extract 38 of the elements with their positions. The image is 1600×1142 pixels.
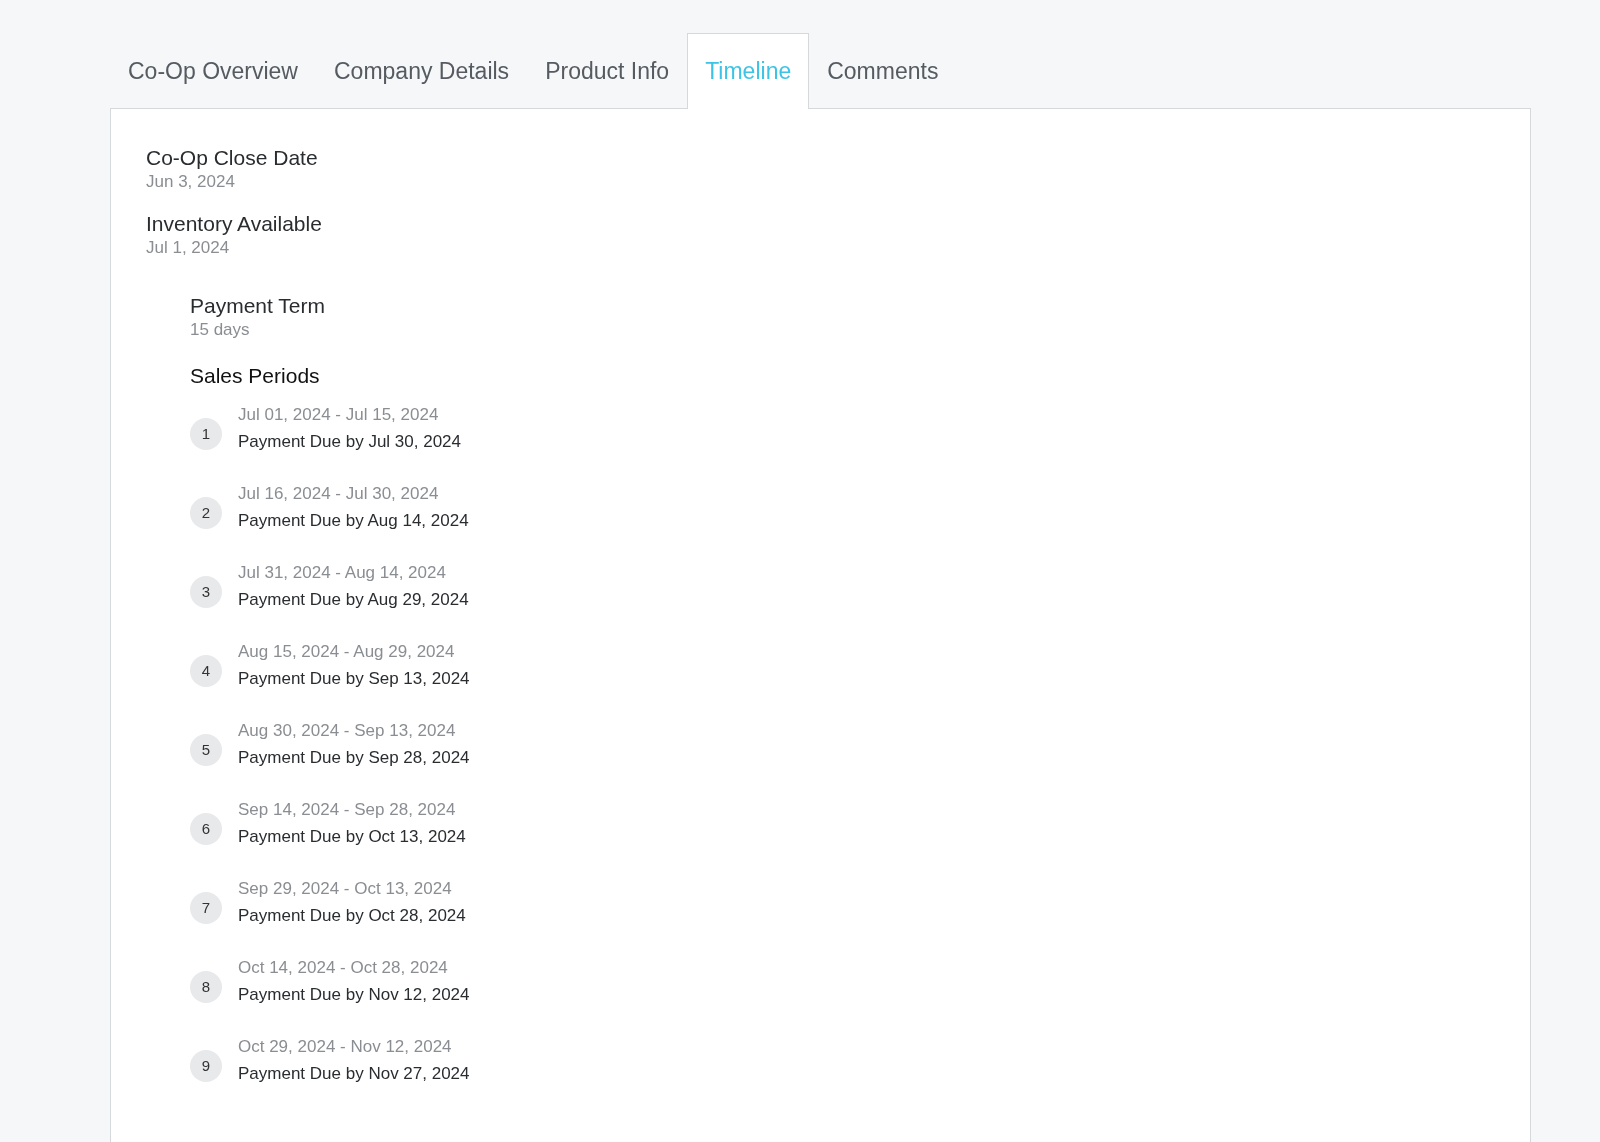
payment-due: Payment Due by Nov 12, 2024: [238, 983, 470, 1006]
tab[interactable]: Product Info: [527, 33, 688, 109]
period-number: 1: [190, 417, 222, 450]
payment-due: Payment Due by Sep 28, 2024: [238, 746, 470, 769]
period-number: 6: [190, 812, 222, 845]
field-label: Inventory Available: [146, 211, 322, 237]
period-range: Jul 16, 2024 - Jul 30, 2024: [238, 482, 439, 505]
period-number: 5: [190, 733, 222, 766]
period-range: Oct 14, 2024 - Oct 28, 2024: [238, 956, 448, 979]
period-range: Sep 29, 2024 - Oct 13, 2024: [238, 877, 452, 900]
payment-due: Payment Due by Oct 28, 2024: [238, 904, 466, 927]
period-range: Sep 14, 2024 - Sep 28, 2024: [238, 798, 456, 821]
field-label: Payment Term: [190, 293, 325, 319]
period-range: Oct 29, 2024 - Nov 12, 2024: [238, 1035, 452, 1058]
period-number: 2: [190, 496, 222, 529]
tab[interactable]: Company Details: [316, 33, 528, 109]
field-value: Jul 1, 2024: [146, 237, 230, 259]
period-number: 3: [190, 575, 222, 608]
payment-due: Payment Due by Jul 30, 2024: [238, 430, 462, 453]
payment-due: Payment Due by Sep 13, 2024: [238, 667, 470, 690]
field-value: 15 days: [190, 319, 250, 341]
period-range: Aug 15, 2024 - Aug 29, 2024: [238, 640, 455, 663]
payment-due: Payment Due by Oct 13, 2024: [238, 825, 466, 848]
period-number: 7: [190, 891, 222, 924]
period-number: 9: [190, 1049, 222, 1082]
payment-due: Payment Due by Aug 29, 2024: [238, 588, 469, 611]
section-title: Sales Periods: [190, 363, 320, 389]
payment-due: Payment Due by Nov 27, 2024: [238, 1062, 470, 1085]
period-range: Jul 01, 2024 - Jul 15, 2024: [238, 403, 439, 426]
field-value: Jun 3, 2024: [146, 171, 235, 193]
tab[interactable]: Co-Op Overview: [110, 33, 316, 109]
period-range: Aug 30, 2024 - Sep 13, 2024: [238, 719, 456, 742]
period-range: Jul 31, 2024 - Aug 14, 2024: [238, 561, 446, 584]
payment-due: Payment Due by Aug 14, 2024: [238, 509, 469, 532]
field-label: Co-Op Close Date: [146, 145, 318, 171]
tab[interactable]: Comments: [809, 33, 957, 109]
period-number: 4: [190, 654, 222, 687]
period-number: 8: [190, 970, 222, 1003]
